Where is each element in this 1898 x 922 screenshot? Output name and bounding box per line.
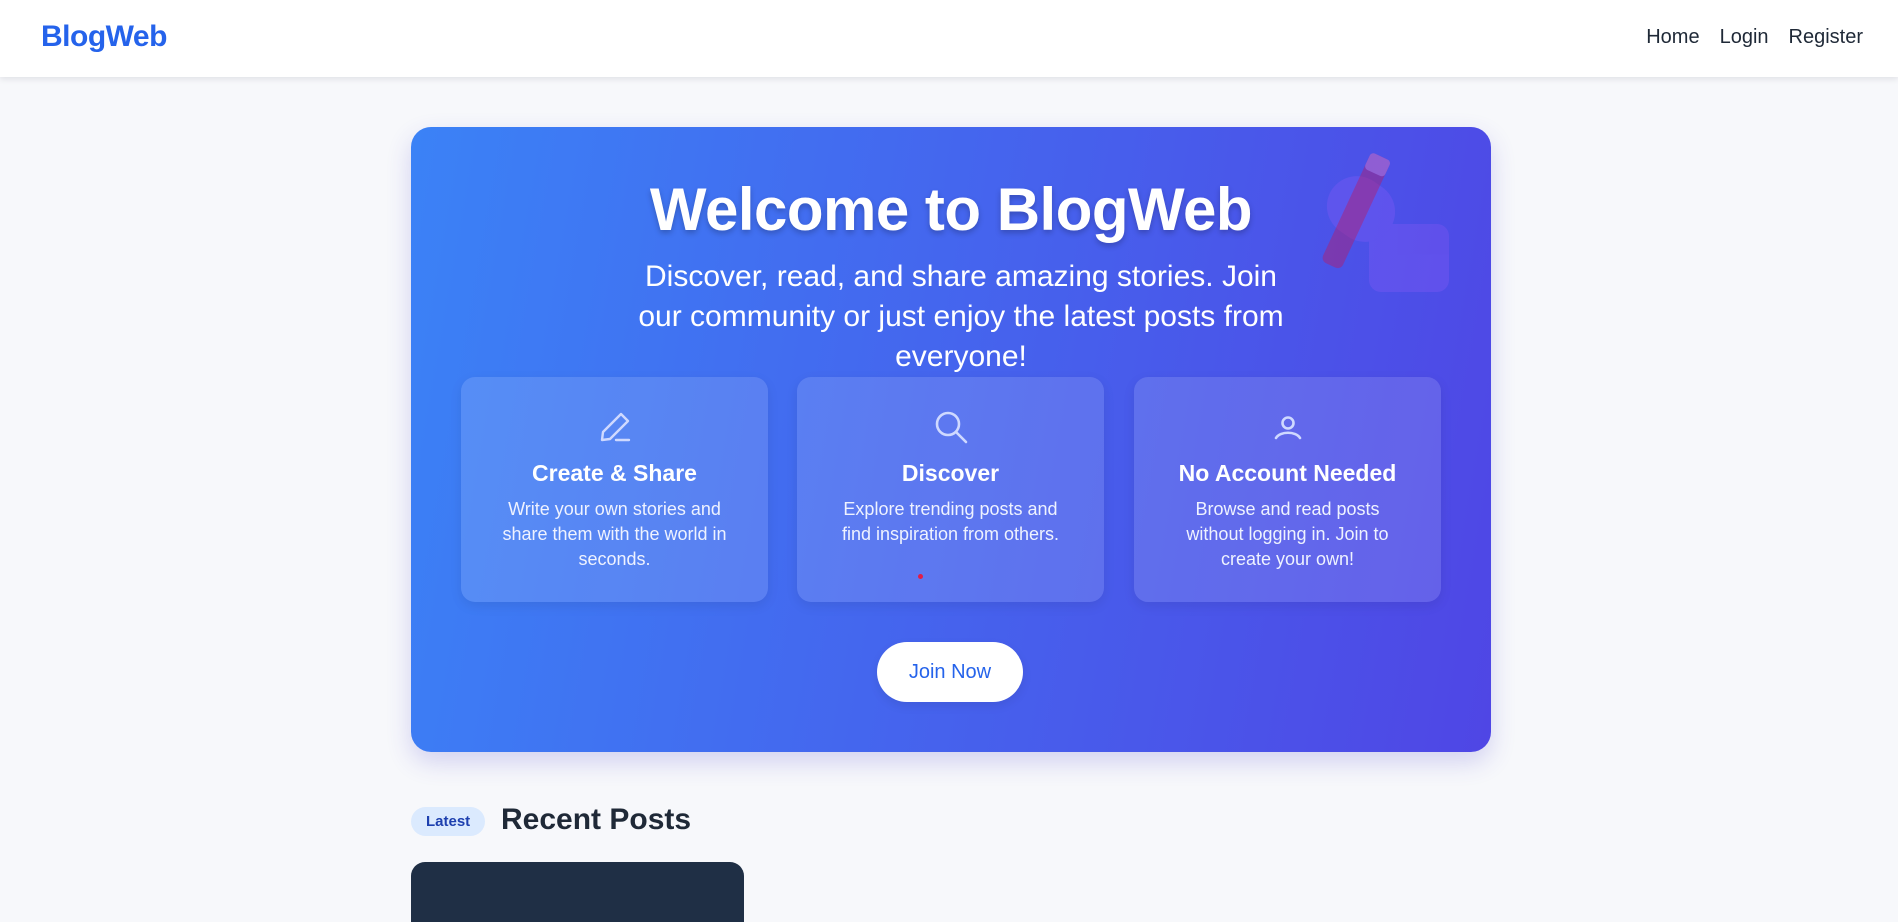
nav-login-link[interactable]: Login	[1720, 26, 1769, 49]
hero-title: Welcome to BlogWeb	[649, 176, 1253, 243]
nav-home-link[interactable]: Home	[1646, 26, 1699, 49]
cursor-dot	[918, 574, 923, 579]
feature-title: Create & Share	[532, 460, 697, 486]
user-icon	[1274, 416, 1301, 440]
join-now-button[interactable]: Join Now	[877, 642, 1023, 702]
feature-description: Explore trending posts and find inspirat…	[841, 499, 1060, 544]
pencil-icon	[600, 412, 630, 442]
recent-posts-title: Recent Posts	[501, 803, 692, 836]
nav-register-link[interactable]: Register	[1789, 26, 1863, 49]
search-icon	[935, 411, 967, 444]
feature-description: Write your own stories and share them wi…	[502, 499, 727, 569]
feature-title: No Account Needed	[1178, 460, 1397, 486]
feature-card-no-account: No Account Needed Browse and read posts …	[1134, 377, 1441, 602]
feature-description: Browse and read posts without logging in…	[1186, 499, 1389, 569]
brand-logo-link[interactable]: BlogWeb	[41, 20, 167, 54]
feature-card-create-share: Create & Share Write your own stories an…	[461, 377, 768, 602]
top-navbar: BlogWeb Home Login Register	[0, 0, 1898, 77]
feature-title: Discover	[901, 460, 1000, 486]
nav-links: Home Login Register	[1646, 26, 1863, 49]
latest-badge: Latest	[411, 807, 486, 836]
feature-card-discover: Discover Explore trending posts and find…	[797, 377, 1104, 602]
hero-subtitle: Discover, read, and share amazing storie…	[638, 260, 1284, 373]
hero-banner: Welcome to BlogWeb Discover, read, and s…	[411, 127, 1491, 752]
post-card[interactable]	[411, 862, 744, 922]
